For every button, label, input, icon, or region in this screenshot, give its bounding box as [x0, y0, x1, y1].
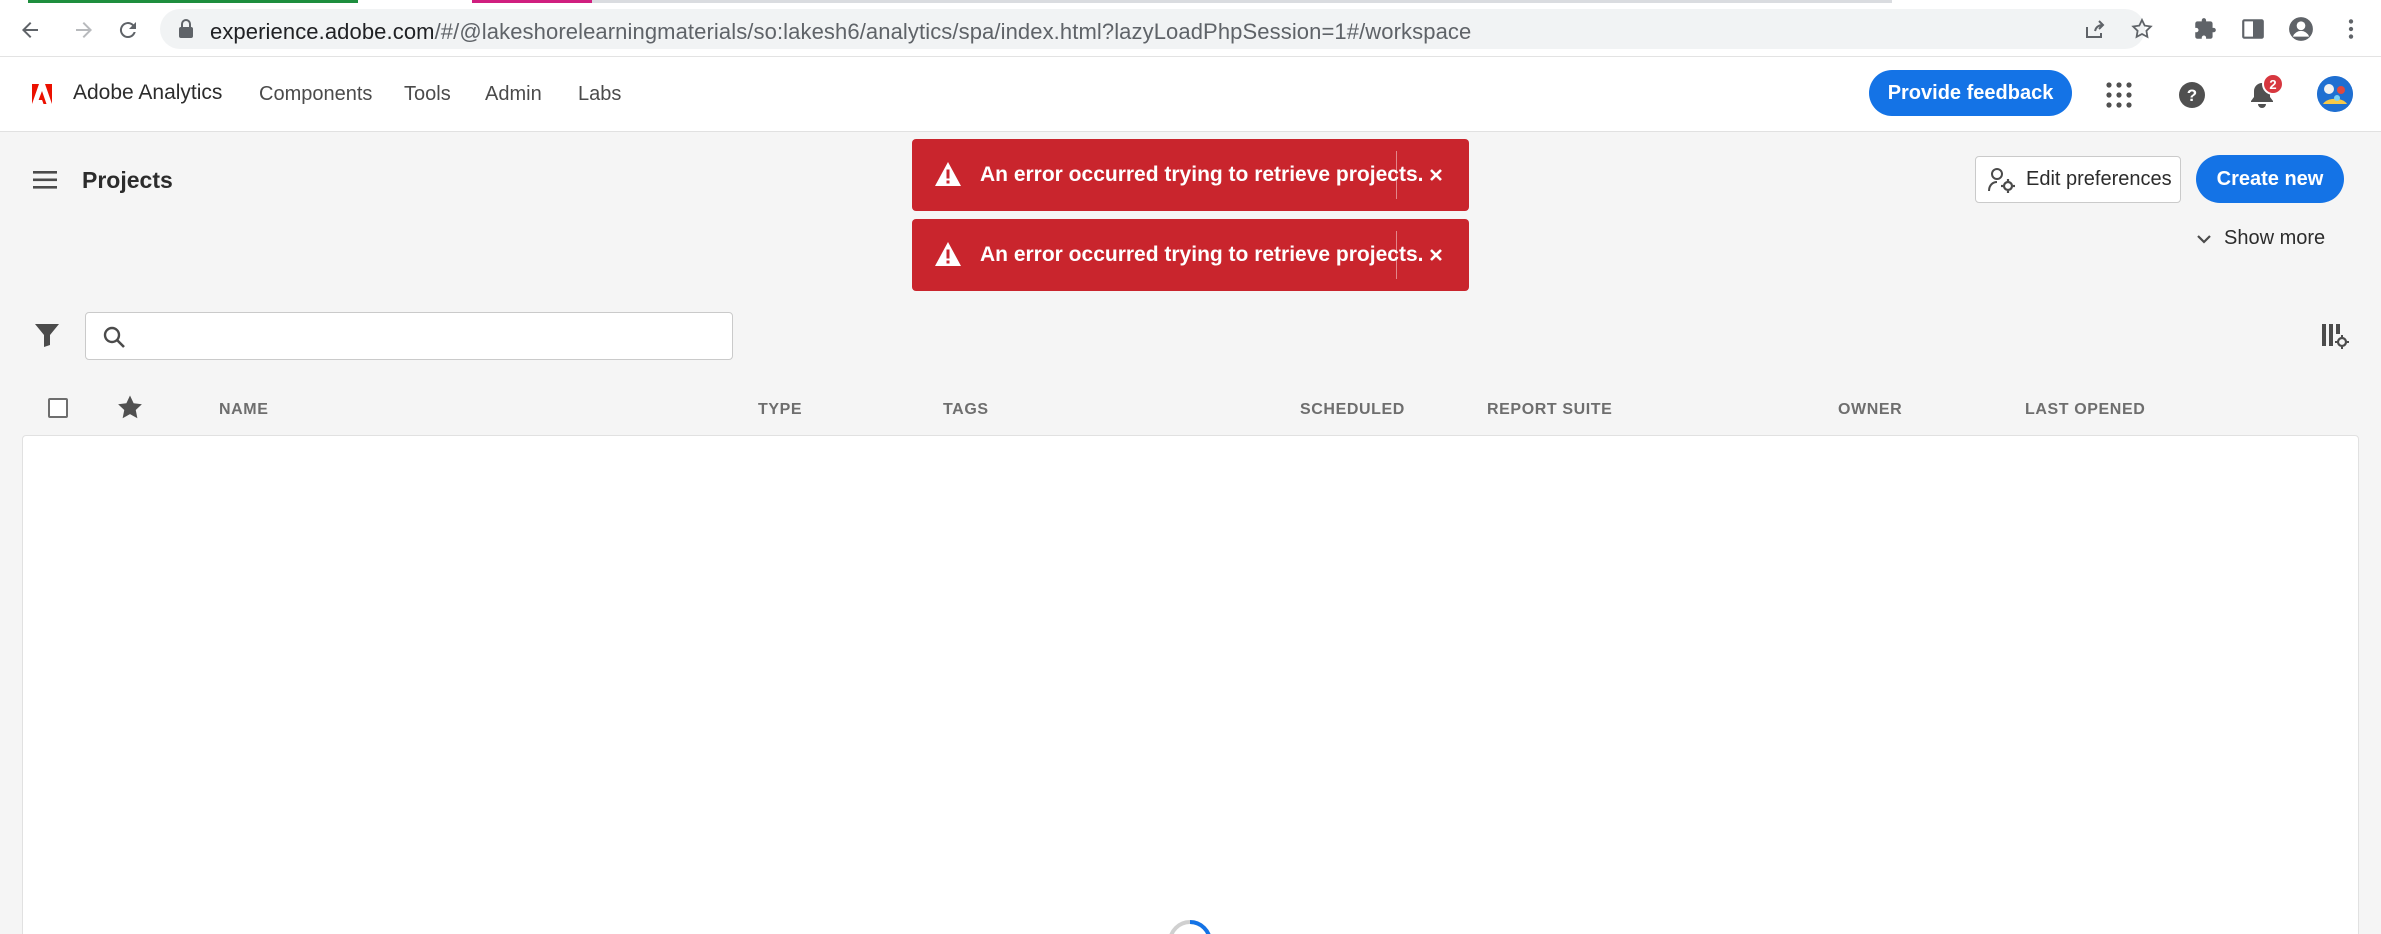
favorite-star-icon[interactable]: [115, 393, 145, 423]
star-icon[interactable]: [2130, 17, 2154, 41]
nav-components[interactable]: Components: [259, 83, 372, 106]
nav-labs[interactable]: Labs: [578, 83, 621, 106]
kebab-icon[interactable]: [2338, 16, 2364, 42]
toast-message: An error occurred trying to retrieve pro…: [980, 163, 1424, 186]
column-header-owner[interactable]: OWNER: [1838, 401, 1902, 419]
page-title: Projects: [82, 167, 173, 193]
column-header-scheduled[interactable]: SCHEDULED: [1300, 401, 1405, 419]
search-field[interactable]: [85, 312, 733, 360]
filter-icon[interactable]: [34, 322, 60, 348]
sidepanel-icon[interactable]: [2240, 16, 2266, 42]
create-new-button[interactable]: Create new: [2196, 155, 2344, 203]
column-header-report-suite[interactable]: REPORT SUITE: [1487, 401, 1612, 419]
adobe-logo[interactable]: [31, 83, 53, 105]
user-gear-icon: [1988, 167, 2015, 193]
app-name[interactable]: Adobe Analytics: [73, 81, 222, 105]
toast-divider: [1396, 231, 1397, 279]
hamburger-icon[interactable]: [33, 169, 59, 191]
alert-icon: [934, 241, 962, 272]
close-icon[interactable]: [1425, 244, 1447, 266]
url-text[interactable]: experience.adobe.com/#/@lakeshorelearnin…: [210, 19, 1471, 45]
address-bar[interactable]: experience.adobe.com/#/@lakeshorelearnin…: [160, 9, 2153, 49]
edit-preferences-button[interactable]: Edit preferences: [1975, 156, 2181, 203]
column-settings-icon[interactable]: [2321, 322, 2349, 350]
forward-icon[interactable]: [66, 12, 102, 48]
provide-feedback-button[interactable]: Provide feedback: [1869, 70, 2072, 116]
tab-indicator: [28, 0, 358, 3]
app-switcher-icon[interactable]: [2104, 80, 2134, 110]
notification-badge: 2: [2262, 73, 2284, 95]
close-icon[interactable]: [1425, 164, 1447, 186]
select-all-checkbox[interactable]: [48, 398, 68, 418]
toast-message: An error occurred trying to retrieve pro…: [980, 243, 1424, 266]
column-header-tags[interactable]: TAGS: [943, 401, 989, 419]
nav-admin[interactable]: Admin: [485, 83, 542, 106]
back-icon[interactable]: [12, 12, 48, 48]
chevron-down-icon: [2197, 234, 2211, 244]
error-toast: An error occurred trying to retrieve pro…: [912, 219, 1469, 291]
search-input[interactable]: [136, 319, 716, 353]
search-icon: [103, 326, 125, 348]
projects-table-body: [22, 435, 2359, 934]
spinner-icon: [1166, 918, 1214, 934]
profile-icon[interactable]: [2288, 16, 2314, 42]
tab-indicator: [472, 0, 592, 3]
column-header-last-opened[interactable]: LAST OPENED: [2025, 401, 2145, 419]
svg-text:?: ?: [2187, 86, 2197, 105]
nav-tools[interactable]: Tools: [404, 83, 451, 106]
help-icon[interactable]: ?: [2177, 80, 2207, 110]
show-more-button[interactable]: Show more: [2196, 227, 2325, 250]
column-header-name[interactable]: NAME: [219, 401, 269, 419]
reload-icon[interactable]: [110, 12, 146, 48]
alert-icon: [934, 161, 962, 192]
share-icon[interactable]: [2083, 17, 2107, 41]
error-toast: An error occurred trying to retrieve pro…: [912, 139, 1469, 211]
toast-divider: [1396, 151, 1397, 199]
app-header: Adobe Analytics Components Tools Admin L…: [0, 57, 2381, 132]
browser-chrome: experience.adobe.com/#/@lakeshorelearnin…: [0, 0, 2381, 57]
column-header-type[interactable]: TYPE: [758, 401, 802, 419]
show-more-label: Show more: [2224, 227, 2326, 249]
avatar[interactable]: [2317, 76, 2353, 112]
lock-icon[interactable]: [178, 19, 194, 44]
extensions-icon[interactable]: [2192, 16, 2218, 42]
edit-preferences-label: Edit preferences: [2026, 168, 2172, 190]
tab-indicator: [592, 0, 1892, 3]
